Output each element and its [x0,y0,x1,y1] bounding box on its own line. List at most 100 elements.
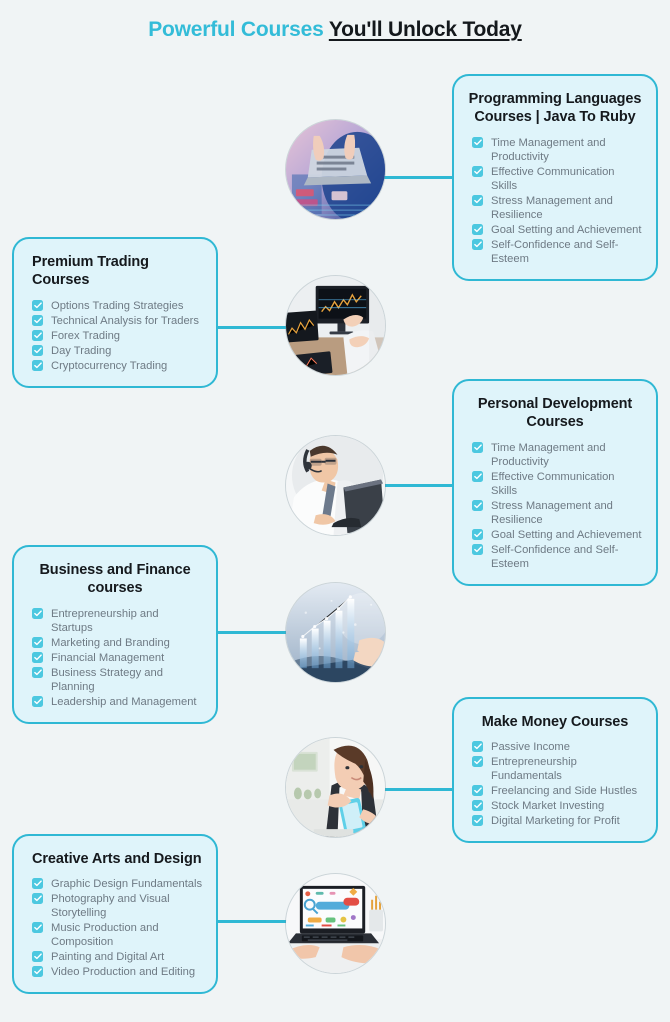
check-icon [32,966,43,978]
check-icon [473,758,482,765]
check-icon [473,443,482,450]
course-item-list: Graphic Design Fundamentals Photography a… [27,877,203,979]
course-item-label: Stress Management and Resilience [491,194,613,221]
woman-phone-photo [286,738,385,837]
course-card-business-and-finance[interactable]: Business and Finance courses Entrepreneur… [12,545,218,724]
course-item[interactable]: Stock Market Investing [472,799,643,813]
check-icon [33,697,42,704]
course-item[interactable]: Self-Confidence and Self-Esteem [472,238,643,266]
course-item[interactable]: Cryptocurrency Trading [32,359,203,373]
check-icon [472,238,483,250]
course-item[interactable]: Freelancing and Side Hustles [472,784,643,798]
check-icon [32,893,43,905]
course-item[interactable]: Technical Analysis for Traders [32,314,203,328]
check-icon [473,501,482,508]
course-item[interactable]: Painting and Digital Art [32,950,203,964]
check-icon [472,815,483,827]
check-icon [33,316,42,323]
course-item[interactable]: Leadership and Management [32,695,203,709]
check-icon [33,953,42,960]
check-icon [473,530,482,537]
course-item-list: Options Trading Strategies Technical Anal… [27,299,203,373]
check-icon [33,924,42,931]
course-item[interactable]: Stress Management and Resilience [472,194,643,222]
course-item[interactable]: Music Production and Composition [32,921,203,949]
course-item-label: Music Production and Composition [51,922,159,949]
course-item-label: Video Production and Editing [51,966,196,979]
courses-diagram: Programming Languages Courses | Java To … [0,0,670,1022]
course-item-label: Financial Management [51,651,165,664]
check-icon [33,346,42,353]
course-item[interactable]: Graphic Design Fundamentals [32,877,203,891]
course-card-creative-arts-design[interactable]: Creative Arts and Design Graphic Design F… [12,834,218,995]
check-icon [33,331,42,338]
check-icon [472,499,483,511]
course-card-premium-trading[interactable]: Premium Trading Courses Options Trading S… [12,237,218,388]
course-item[interactable]: Effective Communication Skills [472,165,643,193]
course-item-label: Painting and Digital Art [51,951,165,964]
course-item-label: Freelancing and Side Hustles [491,785,638,798]
course-item-label: Self-Confidence and Self-Esteem [491,238,619,265]
course-item[interactable]: Time Management and Productivity [472,441,643,469]
course-item[interactable]: Financial Management [32,651,203,665]
course-item-label: Technical Analysis for Traders [51,314,199,327]
course-item-label: Effective Communication Skills [491,165,615,192]
course-card-programming-languages[interactable]: Programming Languages Courses | Java To … [452,74,658,281]
course-item-label: Entrepreneurship and Startups [51,607,159,634]
course-item-label: Self-Confidence and Self-Esteem [491,543,619,570]
course-item[interactable]: Marketing and Branding [32,636,203,650]
check-icon [32,329,43,341]
course-item-label: Options Trading Strategies [51,299,184,312]
check-icon [32,651,43,663]
check-icon [473,472,482,479]
check-icon [33,895,42,902]
course-item-label: Leadership and Management [51,695,197,708]
course-item-label: Business Strategy and Planning [51,666,163,693]
check-icon [473,545,482,552]
course-item-label: Stock Market Investing [491,800,605,813]
course-item[interactable]: Stress Management and Resilience [472,499,643,527]
course-item[interactable]: Digital Marketing for Profit [472,814,643,828]
course-item-label: Cryptocurrency Trading [51,359,168,372]
course-item-label: Time Management and Productivity [491,136,606,163]
course-item-list: Time Management and Productivity Effectiv… [467,136,643,266]
course-item[interactable]: Passive Income [472,740,643,754]
course-item[interactable]: Forex Trading [32,329,203,343]
check-icon [32,666,43,678]
check-icon [32,359,43,371]
course-item[interactable]: Goal Setting and Achievement [472,223,643,237]
check-icon [33,668,42,675]
check-icon [33,968,42,975]
course-item[interactable]: Day Trading [32,344,203,358]
check-icon [473,240,482,247]
check-icon [473,743,482,750]
course-item[interactable]: Effective Communication Skills [472,470,643,498]
course-item[interactable]: Entrepreneurship Fundamentals [472,755,643,783]
check-icon [32,314,43,326]
check-icon [33,653,42,660]
course-item[interactable]: Video Production and Editing [32,965,203,979]
check-icon [472,800,483,812]
check-icon [472,528,483,540]
check-icon [473,138,482,145]
course-item[interactable]: Self-Confidence and Self-Esteem [472,543,643,571]
course-item[interactable]: Entrepreneurship and Startups [32,607,203,635]
course-card-personal-development[interactable]: Personal Development Courses Time Managem… [452,379,658,586]
course-item-label: Time Management and Productivity [491,441,606,468]
course-card-title: Creative Arts and Design [32,851,202,867]
check-icon [473,225,482,232]
course-card-title: Programming Languages Courses | Java To … [468,91,642,126]
course-item-label: Forex Trading [51,329,121,342]
check-icon [472,543,483,555]
growth-chart-laptop-photo [286,583,385,682]
course-item[interactable]: Options Trading Strategies [32,299,203,313]
course-item[interactable]: Goal Setting and Achievement [472,528,643,542]
man-headset-laptop-photo [286,436,385,535]
course-card-make-money[interactable]: Make Money Courses Passive Income Entrepre… [452,697,658,844]
check-icon [32,951,43,963]
course-item-list: Passive Income Entrepreneurship Fundament… [467,740,643,828]
course-item[interactable]: Time Management and Productivity [472,136,643,164]
course-item[interactable]: Photography and Visual Storytelling [32,892,203,920]
course-item[interactable]: Business Strategy and Planning [32,666,203,694]
check-icon [473,802,482,809]
